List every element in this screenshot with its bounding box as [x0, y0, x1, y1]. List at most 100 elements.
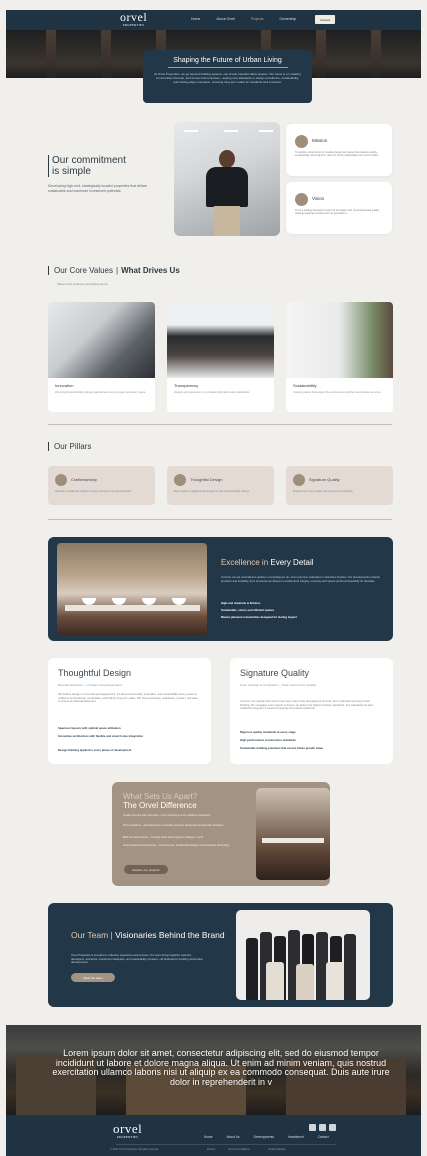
- hero-card: Shaping the Future of Urban Living At Or…: [143, 50, 312, 103]
- thoughtful-design-card: Thoughtful Design Beyond Aesthetics — A …: [48, 658, 211, 764]
- design-icon: [174, 474, 186, 486]
- sustainability-photo: [286, 302, 393, 378]
- value-title: Innovation: [55, 383, 74, 388]
- pillars-title: Our Pillars: [48, 442, 91, 451]
- hero-title: Shaping the Future of Urban Living: [173, 57, 282, 64]
- meet-team-button[interactable]: Meet the team: [71, 973, 115, 982]
- instagram-icon[interactable]: [329, 1124, 336, 1131]
- mission-text: To redefine urban living by creating des…: [295, 151, 379, 158]
- transparency-photo: [167, 302, 274, 378]
- footer-nav: Home About Us Developments Investment Co…: [204, 1135, 329, 1139]
- mission-icon: [295, 135, 308, 148]
- commitment-text: Developing high-end, strategically locat…: [48, 184, 148, 193]
- cookie-link[interactable]: Cookie Settings: [268, 1148, 286, 1151]
- dining-photo: [256, 788, 330, 880]
- signature-quality-card: Signature Quality From Concept to Comple…: [230, 658, 393, 764]
- footer-nav-about[interactable]: About Us: [227, 1135, 240, 1139]
- thoughtful-title: Thoughtful Design: [58, 668, 132, 678]
- nav-projects[interactable]: Projects: [251, 17, 264, 21]
- core-values-title: Our Core Values | What Drives Us: [48, 266, 180, 275]
- thoughtful-item: Innovative architecture with flexible an…: [58, 734, 144, 738]
- footer-nav-home[interactable]: Home: [204, 1135, 213, 1139]
- quality-icon: [293, 474, 305, 486]
- value-title: Transparency: [174, 383, 199, 388]
- pillar-title: Thoughtful Design: [190, 477, 223, 482]
- footer-nav-investment[interactable]: Investment: [288, 1135, 304, 1139]
- thoughtful-item: Design thinking applied to every phase o…: [58, 748, 132, 752]
- apart-item: Built for real investors – creating valu…: [123, 836, 204, 839]
- site-footer: orvel PROPERTIES Home About Us Developmen…: [6, 1115, 421, 1156]
- section-divider: [48, 519, 392, 520]
- signature-title: Signature Quality: [240, 668, 310, 678]
- vision-card: Vision To be a leading developer known f…: [286, 182, 392, 234]
- vision-title: Vision: [312, 196, 325, 201]
- team-photo: [236, 910, 370, 1000]
- signature-item: Sustainable building practices that ensu…: [240, 746, 323, 750]
- excellence-item: High-end materials & finishes: [221, 601, 261, 605]
- excellence-text: At Orvel, we are committed to quality in…: [221, 576, 380, 583]
- hero-text: At Orvel Properties, we go beyond buildi…: [154, 72, 301, 85]
- innovation-photo: [48, 302, 155, 378]
- linkedin-icon[interactable]: [319, 1124, 326, 1131]
- vision-text: To be a leading developer known for inno…: [295, 209, 380, 216]
- nav-ownership[interactable]: Ownership: [279, 17, 296, 21]
- signature-text: At Orvel, we maintain full control over …: [240, 700, 374, 711]
- pillar-title: Craftsmanship: [71, 477, 97, 482]
- thoughtful-text: We believe design is more than just appe…: [58, 693, 198, 704]
- footer-nav-contact[interactable]: Contact: [318, 1135, 329, 1139]
- excellence-item: Sustainable, smart, and efficient spaces: [221, 608, 275, 612]
- apart-item: Quality from the start approach – from p…: [123, 814, 211, 817]
- vision-icon: [295, 193, 308, 206]
- footer-banner: Lorem ipsum dolor sit amet, consectetur …: [6, 1025, 421, 1115]
- copyright-text: © 2024 Orvel Properties. All rights rese…: [110, 1148, 159, 1151]
- apart-item: Future-Ready Developments – Smart homes,…: [123, 844, 230, 847]
- terms-link[interactable]: Terms & Conditions: [228, 1148, 250, 1151]
- pillar-text: Every space is designed with people in m…: [174, 490, 250, 493]
- section-divider: [48, 424, 392, 425]
- pillar-card-quality: Signature Quality Excellence in every de…: [286, 466, 393, 505]
- pillar-title: Signature Quality: [309, 477, 340, 482]
- value-text: Honesty and openness in our relationship…: [174, 391, 251, 394]
- main-nav: Home About Orvel Projects Ownership: [191, 17, 296, 21]
- excellence-title: Excellence in Every Detail: [221, 558, 314, 567]
- explore-projects-button[interactable]: Explore our projects: [124, 865, 168, 874]
- commitment-title: Our commitment is simple: [48, 155, 126, 177]
- team-title: Our Team | Visionaries Behind the Brand: [71, 930, 225, 940]
- value-card-innovation: Innovation We bring forward-thinking des…: [48, 302, 155, 412]
- pillar-card-design: Thoughtful Design Every space is designe…: [167, 466, 274, 505]
- thoughtful-item: Spacious layouts with optimal space util…: [58, 726, 121, 730]
- footer-nav-developments[interactable]: Developments: [254, 1135, 274, 1139]
- nav-about[interactable]: About Orvel: [216, 17, 234, 21]
- excellence-item: Master-planned communities designed for …: [221, 615, 297, 619]
- site-header: orvel PROPERTIES Home About Orvel Project…: [6, 10, 421, 30]
- excellence-section: Excellence in Every Detail At Orvel, we …: [48, 537, 393, 641]
- apart-item: Prime positions – developments in carefu…: [123, 824, 224, 827]
- footer-logo[interactable]: orvel PROPERTIES: [113, 1122, 142, 1139]
- value-text: We bring forward-thinking design approac…: [55, 391, 147, 394]
- value-card-sustainability: Sustainability Creating places that resp…: [286, 302, 393, 412]
- thoughtful-subtitle: Beyond Aesthetics — A Smart Living Exper…: [58, 683, 123, 687]
- nav-home[interactable]: Home: [191, 17, 200, 21]
- header-logo[interactable]: orvel PROPERTIES: [120, 11, 147, 27]
- facebook-icon[interactable]: [309, 1124, 316, 1131]
- banner-text: Lorem ipsum dolor sit amet, consectetur …: [52, 1048, 390, 1087]
- signature-item: High-performance construction standards: [240, 738, 296, 742]
- footer-divider: [116, 1144, 336, 1145]
- pillar-card-craftsmanship: Craftsmanship Attention to detail and ma…: [48, 466, 155, 505]
- commitment-photo: [174, 122, 280, 236]
- apart-title: What Sets Us Apart? The Orvel Difference: [123, 792, 198, 810]
- team-text: Orvel Properties is founded on collectiv…: [71, 954, 203, 965]
- pillar-text: Excellence in every detail, from concept…: [293, 490, 354, 493]
- core-values-subtitle: Values that underpin everything we do: [57, 282, 108, 286]
- contact-button[interactable]: Contact: [315, 15, 335, 24]
- privacy-link[interactable]: Privacy: [207, 1148, 215, 1151]
- pillar-text: Attention to detail and mastery in every…: [55, 490, 132, 493]
- value-card-transparency: Transparency Honesty and openness in our…: [167, 302, 274, 412]
- value-text: Creating places that respect the environ…: [293, 391, 382, 394]
- signature-item: Rigorous quality standards at every stag…: [240, 730, 296, 734]
- craftsmanship-icon: [55, 474, 67, 486]
- bathroom-photo: [57, 543, 207, 635]
- mission-card: Mission To redefine urban living by crea…: [286, 124, 392, 176]
- value-title: Sustainability: [293, 383, 317, 388]
- mission-title: Mission: [312, 138, 328, 143]
